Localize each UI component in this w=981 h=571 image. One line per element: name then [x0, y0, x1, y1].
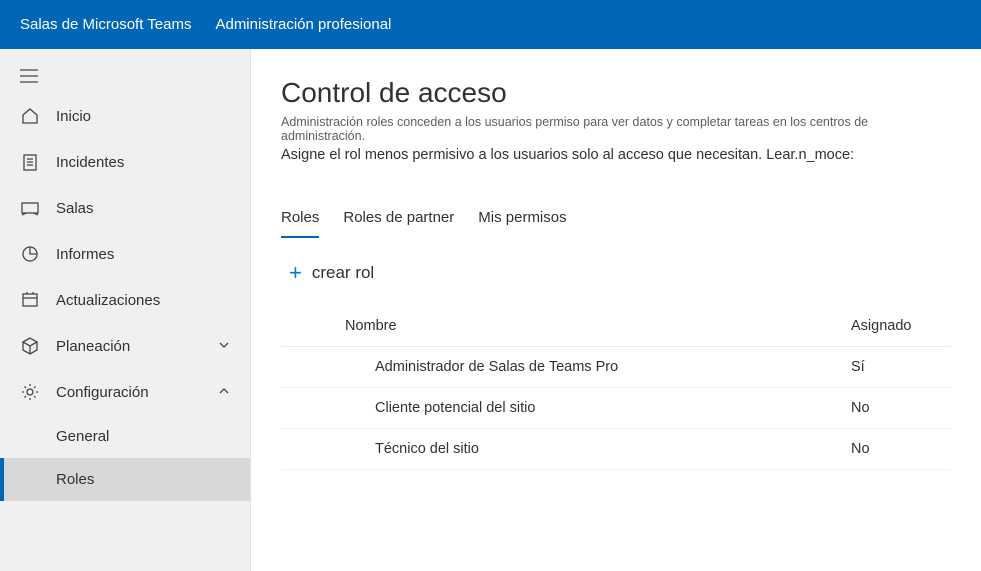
page-title: Control de acceso: [281, 77, 951, 109]
incidents-icon: [20, 152, 40, 172]
tab-partner-roles[interactable]: Roles de partner: [343, 203, 454, 238]
tab-mis-permisos[interactable]: Mis permisos: [478, 203, 566, 238]
home-icon: [20, 106, 40, 126]
sidebar-item-inicio[interactable]: Inicio: [0, 93, 250, 139]
sidebar-item-label: Planeación: [56, 338, 130, 355]
hamburger-icon: [20, 69, 38, 83]
plus-icon: +: [289, 262, 302, 284]
table-row[interactable]: Técnico del sitio No: [281, 429, 951, 470]
sidebar-item-configuracion[interactable]: Configuración: [0, 369, 250, 415]
topbar-section: Administración profesional: [215, 16, 391, 33]
sidebar-item-roles[interactable]: Roles: [0, 458, 250, 501]
tabs: Roles Roles de partner Mis permisos: [281, 203, 951, 238]
planning-icon: [20, 336, 40, 356]
sidebar-item-general[interactable]: General: [0, 415, 250, 458]
settings-icon: [20, 382, 40, 402]
cell-assigned: No: [851, 441, 951, 457]
cell-name: Administrador de Salas de Teams Pro: [281, 359, 851, 375]
cell-name: Cliente potencial del sitio: [281, 400, 851, 416]
table-row[interactable]: Administrador de Salas de Teams Pro Sí: [281, 347, 951, 388]
sidebar-item-salas[interactable]: Salas: [0, 185, 250, 231]
sidebar-item-incidentes[interactable]: Incidentes: [0, 139, 250, 185]
chevron-down-icon: [218, 338, 230, 355]
table-header: Nombre Asignado: [281, 306, 951, 347]
chevron-up-icon: [218, 384, 230, 401]
sidebar-item-label: Salas: [56, 200, 94, 217]
col-header-name[interactable]: Nombre: [281, 318, 851, 334]
cell-name: Técnico del sitio: [281, 441, 851, 457]
reports-icon: [20, 244, 40, 264]
create-role-button[interactable]: + crear rol: [281, 262, 951, 284]
sidebar-item-label: Roles: [56, 471, 94, 488]
table-row[interactable]: Cliente potencial del sitio No: [281, 388, 951, 429]
sidebar-item-label: General: [56, 428, 109, 445]
topbar: Salas de Microsoft Teams Administración …: [0, 0, 981, 49]
hamburger-button[interactable]: [0, 59, 250, 93]
page-subtitle: Administración roles conceden a los usua…: [281, 115, 951, 143]
sidebar-item-actualizaciones[interactable]: Actualizaciones: [0, 277, 250, 323]
rooms-icon: [20, 198, 40, 218]
sidebar-item-label: Incidentes: [56, 154, 124, 171]
topbar-brand: Salas de Microsoft Teams: [20, 16, 191, 33]
page-description: Asigne el rol menos permisivo a los usua…: [281, 147, 951, 163]
roles-table: Nombre Asignado Administrador de Salas d…: [281, 306, 951, 470]
cell-assigned: No: [851, 400, 951, 416]
sidebar-item-label: Actualizaciones: [56, 292, 160, 309]
sidebar-item-label: Configuración: [56, 384, 149, 401]
sidebar-item-planeacion[interactable]: Planeación: [0, 323, 250, 369]
sidebar-item-informes[interactable]: Informes: [0, 231, 250, 277]
updates-icon: [20, 290, 40, 310]
cell-assigned: Sí: [851, 359, 951, 375]
col-header-assigned[interactable]: Asignado: [851, 318, 951, 334]
sidebar-item-label: Inicio: [56, 108, 91, 125]
create-role-label: crear rol: [312, 263, 374, 283]
sidebar-item-label: Informes: [56, 246, 114, 263]
main-content: Control de acceso Administración roles c…: [251, 49, 981, 571]
sidebar: Inicio Incidentes Salas Informes Actuali: [0, 49, 251, 571]
tab-roles[interactable]: Roles: [281, 203, 319, 238]
